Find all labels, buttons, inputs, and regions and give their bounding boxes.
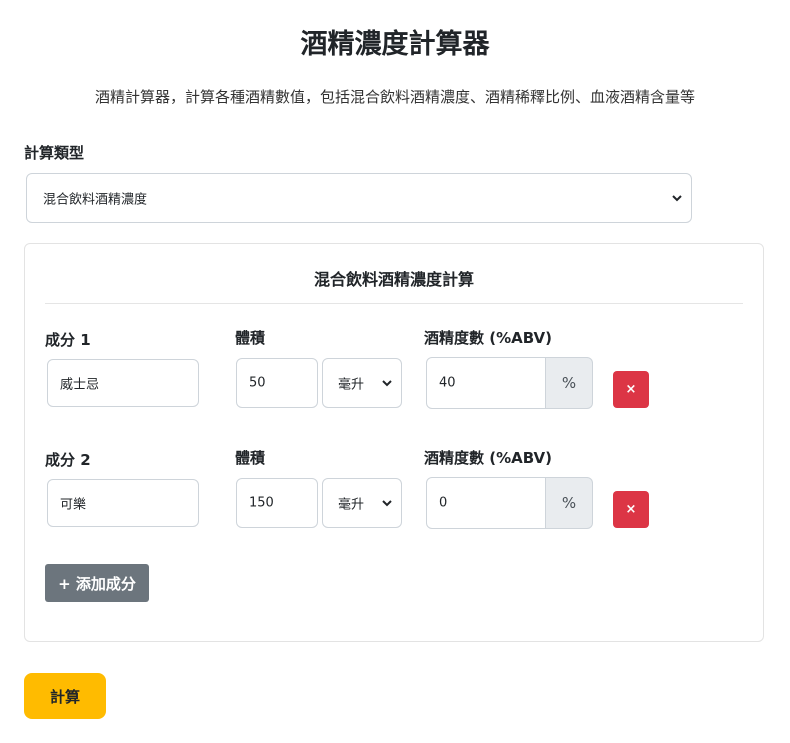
- page-title: 酒精濃度計算器: [300, 29, 490, 60]
- ingredient-name-value: 可樂: [60, 497, 87, 513]
- abv-label: 酒精度數 (%ABV): [424, 449, 553, 467]
- percent-addon: %: [546, 357, 593, 409]
- volume-label: 體積: [235, 329, 266, 347]
- unit-value: 毫升: [338, 377, 365, 393]
- remove-ingredient-button[interactable]: ×: [613, 371, 649, 408]
- abv-value: 40: [439, 375, 456, 391]
- volume-value: 150: [249, 495, 274, 511]
- chevron-down-icon: [672, 195, 682, 202]
- volume-input[interactable]: 50: [236, 358, 318, 408]
- close-icon: ×: [625, 382, 637, 397]
- calc-type-value: 混合飲料酒精濃度: [43, 192, 148, 208]
- ingredient-name-input[interactable]: 威士忌: [47, 359, 199, 407]
- abv-label: 酒精度數 (%ABV): [424, 329, 553, 347]
- ingredient-label: 成分 2: [45, 451, 91, 469]
- unit-value: 毫升: [338, 497, 365, 513]
- chevron-down-icon: [382, 380, 392, 387]
- ingredient-name-input[interactable]: 可樂: [47, 479, 199, 527]
- calc-type-label: 計算類型: [24, 144, 85, 162]
- calculate-button[interactable]: 計算: [24, 673, 106, 719]
- abv-input[interactable]: 0: [426, 477, 546, 529]
- volume-input[interactable]: 150: [236, 478, 318, 528]
- percent-addon: %: [546, 477, 593, 529]
- abv-value: 0: [439, 495, 448, 511]
- ingredient-name-value: 威士忌: [60, 377, 100, 393]
- card-divider: [45, 303, 743, 304]
- remove-ingredient-button[interactable]: ×: [613, 491, 649, 528]
- unit-select[interactable]: 毫升: [322, 478, 402, 528]
- volume-label: 體積: [235, 449, 266, 467]
- volume-value: 50: [249, 375, 266, 391]
- close-icon: ×: [625, 502, 637, 517]
- abv-input[interactable]: 40: [426, 357, 546, 409]
- calc-type-select[interactable]: 混合飲料酒精濃度: [26, 173, 692, 223]
- unit-select[interactable]: 毫升: [322, 358, 402, 408]
- page-subtitle: 酒精計算器，計算各種酒精數值，包括混合飲料酒精濃度、酒精稀釋比例、血液酒精含量等: [94, 88, 695, 106]
- chevron-down-icon: [382, 500, 392, 507]
- card-title: 混合飲料酒精濃度計算: [313, 270, 474, 289]
- ingredient-label: 成分 1: [45, 331, 91, 349]
- add-ingredient-button[interactable]: + 添加成分: [45, 564, 149, 602]
